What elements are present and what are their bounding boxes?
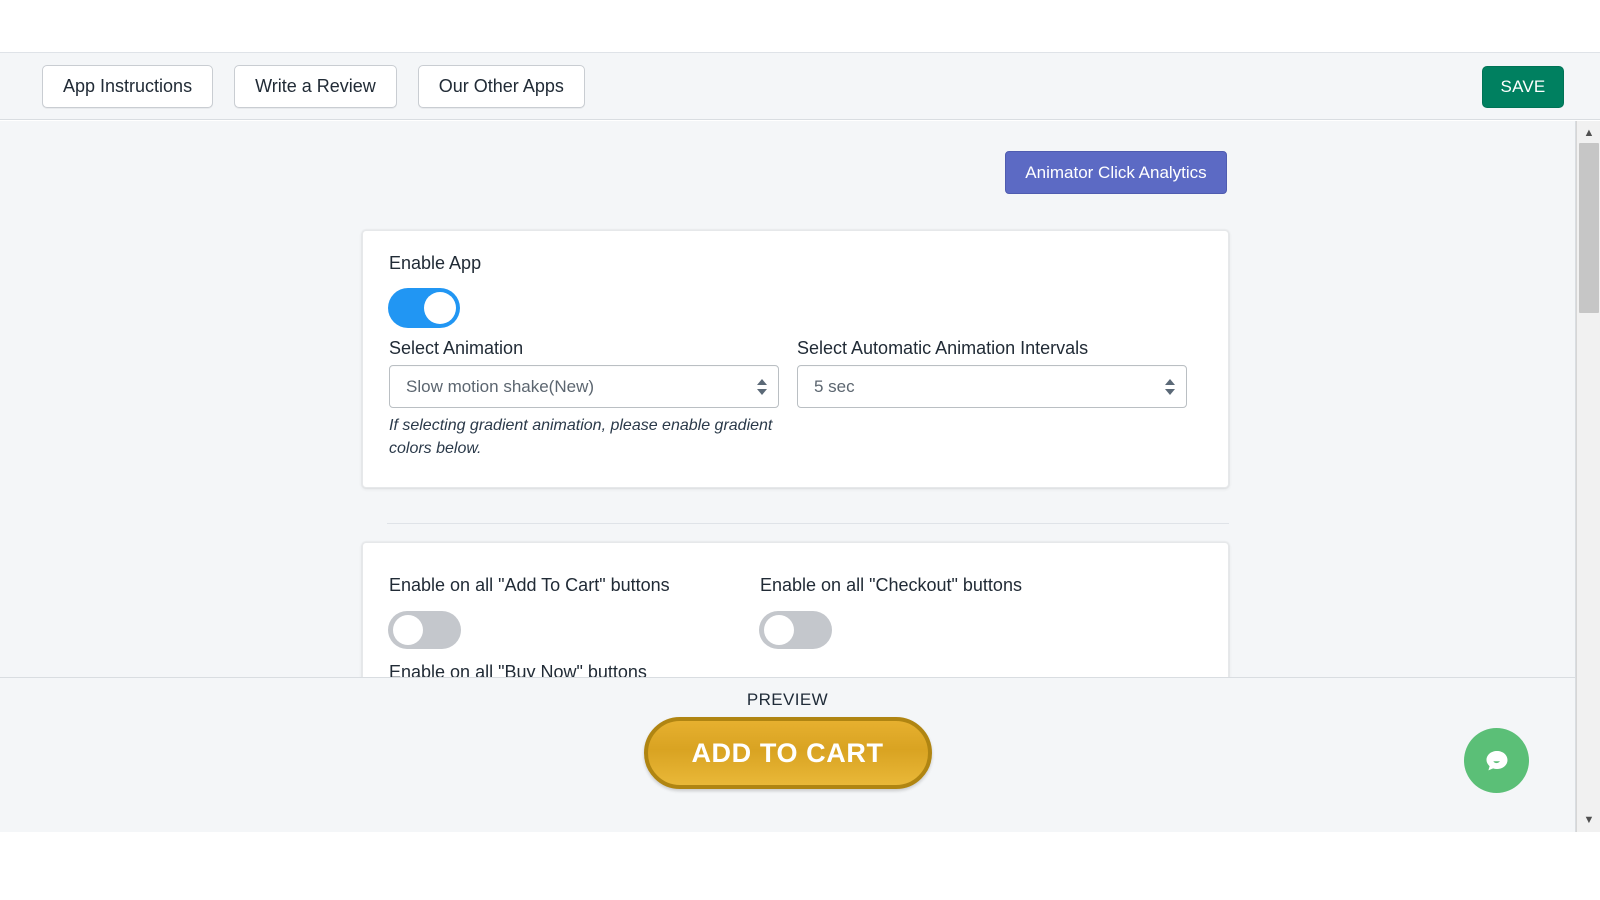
animation-interval-dropdown[interactable]: 5 sec	[797, 365, 1187, 408]
section-divider	[387, 523, 1229, 524]
scroll-up-glyph: ▲	[1583, 126, 1595, 139]
enable-app-toggle[interactable]	[388, 288, 460, 328]
spin-up-icon[interactable]	[757, 378, 767, 385]
spin-up-icon[interactable]	[1165, 378, 1175, 385]
add-to-cart-toggle-label: Enable on all "Add To Cart" buttons	[389, 575, 670, 595]
spin-down-icon[interactable]	[1165, 388, 1175, 395]
spin-down-icon[interactable]	[757, 388, 767, 395]
select-animation-dropdown[interactable]: Slow motion shake(New)	[389, 365, 779, 408]
scrollbar-down-arrow-icon[interactable]: ▼	[1577, 808, 1600, 832]
interval-label: Select Automatic Animation Intervals	[797, 338, 1089, 358]
app-toolbar: App Instructions Write a Review Our Othe…	[0, 52, 1600, 120]
toggle-knob	[764, 615, 794, 645]
our-other-apps-button[interactable]: Our Other Apps	[417, 64, 585, 108]
checkout-toggle-label: Enable on all "Checkout" buttons	[760, 575, 1022, 595]
select-animation-label: Select Animation	[389, 338, 524, 358]
add-to-cart-toggle[interactable]	[388, 611, 461, 649]
gradient-helper-text: If selecting gradient animation, please …	[389, 417, 773, 457]
general-settings-card: Enable App Select Animation Slow motion …	[362, 230, 1229, 488]
browser-chrome-strip	[0, 0, 1600, 52]
animator-click-analytics-button[interactable]: Animator Click Analytics	[1005, 151, 1227, 194]
preview-bar: PREVIEW ADD TO CART	[0, 677, 1576, 832]
select-animation-value[interactable]: Slow motion shake(New)	[389, 365, 779, 408]
enable-app-label: Enable App	[389, 253, 482, 273]
toggle-knob	[393, 615, 423, 645]
toolbar-button-group: App Instructions Write a Review Our Othe…	[42, 64, 585, 108]
vertical-scrollbar[interactable]: ▲ ▼	[1576, 121, 1600, 832]
spinner-arrows-icon[interactable]	[1165, 378, 1175, 395]
app-instructions-button[interactable]: App Instructions	[42, 64, 214, 108]
scroll-down-glyph: ▼	[1583, 813, 1595, 826]
chat-bubble-icon	[1486, 750, 1507, 770]
add-to-cart-preview-button[interactable]: ADD TO CART	[643, 717, 932, 789]
checkout-toggle[interactable]	[759, 611, 832, 649]
write-a-review-button[interactable]: Write a Review	[234, 64, 397, 108]
preview-label: PREVIEW	[746, 690, 829, 709]
animation-interval-value[interactable]: 5 sec	[797, 365, 1187, 408]
toggle-knob	[424, 292, 456, 324]
chat-widget-button[interactable]	[1464, 728, 1529, 793]
save-button[interactable]: SAVE	[1482, 66, 1564, 108]
spinner-arrows-icon[interactable]	[757, 378, 767, 395]
scrollbar-up-arrow-icon[interactable]: ▲	[1577, 121, 1600, 145]
scrollbar-thumb[interactable]	[1579, 143, 1599, 313]
